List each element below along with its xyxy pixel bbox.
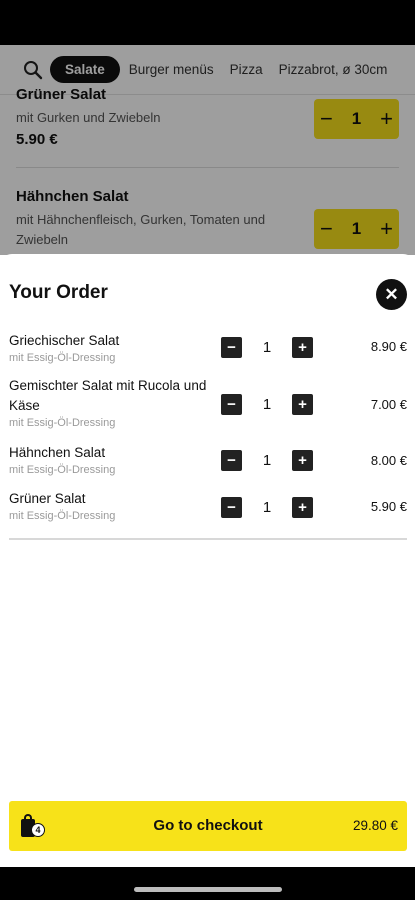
order-item-name: Griechischer Salat (9, 333, 120, 348)
order-row: Griechischer Salat mit Essig-Öl-Dressing… (9, 331, 407, 364)
plus-button[interactable]: + (292, 394, 313, 415)
quantity-stepper: − 1 + (221, 450, 313, 471)
order-item-price: 8.00 € (370, 453, 407, 468)
quantity-value: 1 (262, 339, 272, 356)
order-item-name: Hähnchen Salat (9, 445, 106, 460)
order-item-price: 5.90 € (370, 499, 407, 514)
order-row: Gemischter Salat mit Rucola und Käse mit… (9, 376, 407, 429)
order-sheet: Your Order ✕ Griechischer Salat mit Essi… (0, 254, 415, 867)
home-indicator[interactable] (134, 887, 282, 892)
plus-button[interactable]: + (292, 337, 313, 358)
dim-overlay[interactable] (0, 45, 415, 255)
order-item-price: 8.90 € (370, 339, 407, 354)
minus-button[interactable]: − (221, 394, 242, 415)
quantity-value: 1 (262, 452, 272, 469)
quantity-value: 1 (262, 499, 272, 516)
order-row: Hähnchen Salat mit Essig-Öl-Dressing − 1… (9, 443, 407, 476)
order-item-note: mit Essig-Öl-Dressing (9, 510, 116, 522)
quantity-stepper: − 1 + (221, 394, 313, 415)
close-icon: ✕ (384, 284, 399, 304)
order-item-price: 7.00 € (370, 397, 407, 412)
divider (9, 538, 407, 540)
order-row: Grüner Salat mit Essig-Öl-Dressing − 1 +… (9, 489, 407, 522)
order-item-name: Grüner Salat (9, 491, 86, 506)
order-item-note: mit Essig-Öl-Dressing (9, 417, 116, 429)
quantity-value: 1 (262, 396, 272, 413)
status-bar (0, 0, 415, 45)
minus-button[interactable]: − (221, 497, 242, 518)
order-item-note: mit Essig-Öl-Dressing (9, 352, 116, 364)
quantity-stepper: − 1 + (221, 337, 313, 358)
minus-button[interactable]: − (221, 450, 242, 471)
plus-button[interactable]: + (292, 450, 313, 471)
order-item-name: Gemischter Salat mit Rucola und Käse (9, 378, 207, 413)
quantity-stepper: − 1 + (221, 497, 313, 518)
system-nav-bar (0, 867, 415, 900)
checkout-button[interactable]: 4 Go to checkout 29.80 € (9, 801, 407, 851)
close-button[interactable]: ✕ (376, 279, 407, 310)
checkout-total: 29.80 € (352, 818, 398, 833)
minus-button[interactable]: − (221, 337, 242, 358)
checkout-label: Go to checkout (153, 817, 263, 834)
order-item-note: mit Essig-Öl-Dressing (9, 464, 116, 476)
plus-button[interactable]: + (292, 497, 313, 518)
sheet-title: Your Order (9, 282, 108, 303)
